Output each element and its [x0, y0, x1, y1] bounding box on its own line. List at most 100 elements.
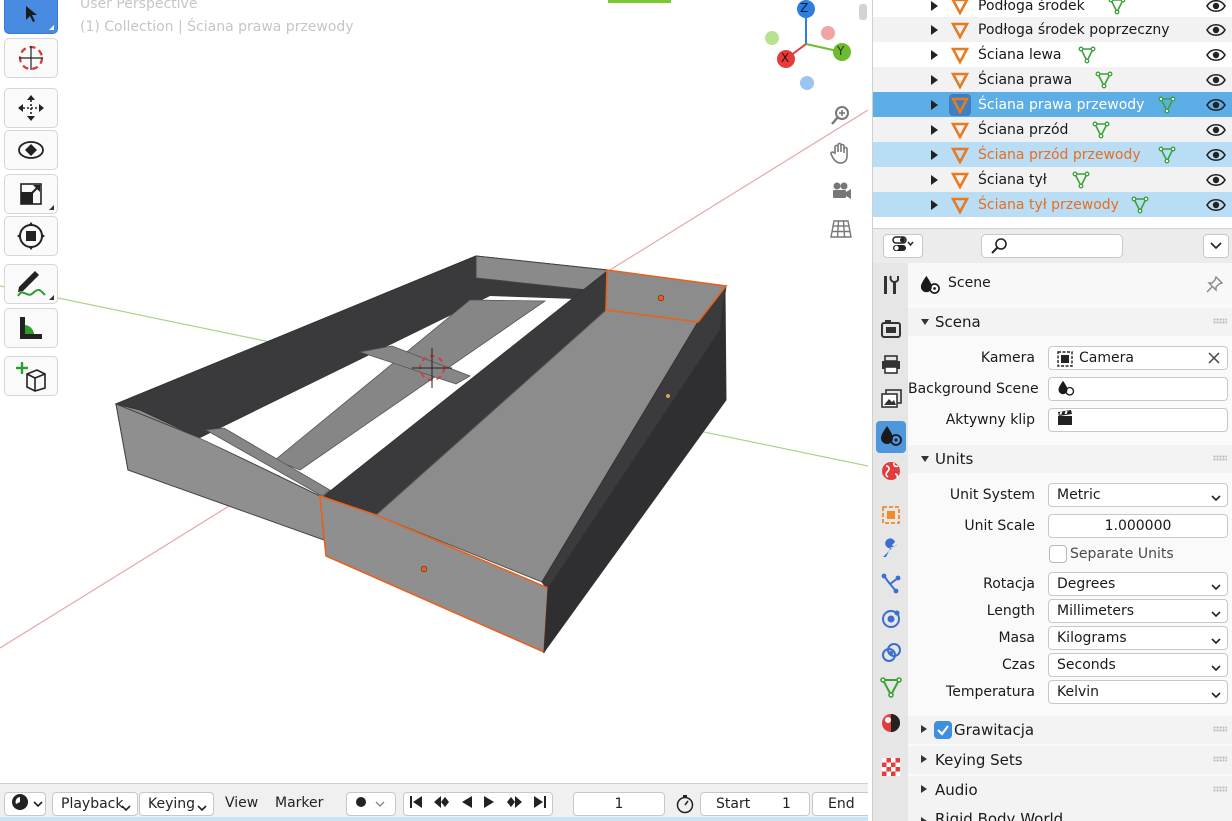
tab-output[interactable] [876, 351, 906, 383]
visibility-eye-icon[interactable] [1206, 98, 1226, 112]
expand-triangle-icon[interactable] [931, 199, 938, 210]
visibility-eye-icon[interactable] [1206, 23, 1226, 37]
unit-scale-field[interactable]: 1.000000 [1048, 514, 1228, 538]
ortho-grid-icon[interactable] [826, 214, 856, 244]
expand-triangle-icon[interactable] [931, 0, 938, 11]
outliner-row[interactable]: Podłoga środek [873, 0, 1232, 18]
marker-menu[interactable]: Marker [275, 795, 323, 811]
scene-render[interactable] [0, 0, 868, 783]
outliner-row[interactable]: Ściana tył przewody [873, 192, 1232, 217]
section-keying-sets[interactable]: Keying Sets [908, 746, 1232, 774]
time-select[interactable]: Seconds [1048, 653, 1228, 677]
tab-particles[interactable] [876, 569, 906, 601]
separate-units-checkbox[interactable] [1049, 545, 1067, 563]
mass-select[interactable]: Kilograms [1048, 626, 1228, 650]
scale-tool[interactable] [4, 174, 58, 214]
annotate-tool[interactable] [4, 264, 58, 304]
properties-search-input[interactable] [981, 234, 1123, 258]
visibility-eye-icon[interactable] [1206, 123, 1226, 137]
drag-handle-icon[interactable] [1213, 455, 1227, 461]
keying-menu[interactable]: Keying [139, 792, 214, 816]
outliner-row[interactable]: Ściana tył [873, 167, 1232, 192]
transform-tool[interactable] [4, 216, 58, 256]
mesh-data-icon[interactable] [1092, 121, 1110, 143]
tab-object[interactable] [876, 501, 906, 533]
active-clip-field[interactable] [1048, 408, 1228, 432]
visibility-eye-icon[interactable] [1206, 198, 1226, 212]
mesh-data-icon[interactable] [1158, 146, 1176, 168]
tab-tool[interactable] [876, 271, 906, 303]
view-menu[interactable]: View [225, 795, 258, 811]
rotation-select[interactable]: Degrees [1048, 572, 1228, 596]
gravity-checkbox[interactable] [934, 721, 952, 739]
section-scena[interactable]: Scena [908, 308, 1232, 336]
tab-data[interactable] [876, 673, 906, 705]
cursor-tool[interactable] [4, 38, 58, 78]
section-gravity[interactable]: Grawitacja [908, 716, 1232, 744]
visibility-eye-icon[interactable] [1206, 48, 1226, 62]
pin-icon[interactable] [1206, 275, 1224, 297]
camera-view-icon[interactable] [826, 176, 856, 206]
zoom-icon[interactable] [826, 100, 856, 130]
section-audio[interactable]: Audio [908, 776, 1232, 804]
tab-scene[interactable] [876, 421, 906, 453]
outliner-row[interactable]: Podłoga środek poprzeczny [873, 17, 1232, 42]
section-units[interactable]: Units [908, 445, 1232, 473]
drag-handle-icon[interactable] [1213, 726, 1227, 732]
current-frame-field[interactable]: 1 [573, 792, 665, 816]
close-icon[interactable] [1208, 352, 1220, 368]
tab-material[interactable] [876, 709, 906, 741]
outliner-row[interactable]: Ściana prawa przewody [873, 92, 1232, 117]
select-tool[interactable] [4, 0, 58, 34]
playback-menu[interactable]: Playback [52, 792, 138, 816]
prev-keyframe-icon[interactable] [433, 795, 451, 813]
stopwatch-icon[interactable] [675, 794, 695, 818]
editor-type-button[interactable] [883, 234, 923, 258]
mesh-data-icon[interactable] [1131, 196, 1149, 218]
mesh-data-icon[interactable] [1078, 46, 1096, 68]
jump-end-icon[interactable] [533, 795, 547, 813]
expand-triangle-icon[interactable] [931, 124, 938, 135]
outliner-row[interactable]: Ściana prawa [873, 67, 1232, 92]
add-cube-tool[interactable] [4, 356, 58, 396]
drag-handle-icon[interactable] [1213, 786, 1227, 792]
tab-texture[interactable] [876, 753, 906, 785]
outliner-row[interactable]: Ściana lewa [873, 42, 1232, 67]
visibility-eye-icon[interactable] [1206, 148, 1226, 162]
drag-handle-icon[interactable] [1213, 756, 1227, 762]
play-reverse-icon[interactable] [461, 795, 473, 813]
section-rigid-body[interactable]: Rigid Body World [908, 804, 1232, 821]
mesh-data-icon[interactable] [1158, 96, 1176, 118]
next-keyframe-icon[interactable] [505, 795, 523, 813]
visibility-eye-icon[interactable] [1206, 0, 1226, 13]
unit-system-select[interactable]: Metric [1048, 483, 1228, 507]
jump-start-icon[interactable] [409, 795, 423, 813]
mesh-data-icon[interactable] [1072, 171, 1090, 193]
pan-hand-icon[interactable] [826, 138, 856, 168]
start-frame-field[interactable]: Start 1 [700, 792, 810, 816]
background-scene-field[interactable] [1048, 377, 1228, 401]
end-frame-field[interactable]: End [812, 792, 868, 816]
tab-render[interactable] [876, 315, 906, 347]
expand-triangle-icon[interactable] [931, 149, 938, 160]
expand-triangle-icon[interactable] [931, 49, 938, 60]
outliner-row[interactable]: Ściana przód przewody [873, 142, 1232, 167]
length-select[interactable]: Millimeters [1048, 599, 1228, 623]
expand-triangle-icon[interactable] [931, 174, 938, 185]
tab-view-layer[interactable] [876, 385, 906, 417]
expand-triangle-icon[interactable] [931, 24, 938, 35]
editor-type-button[interactable] [4, 792, 46, 816]
camera-field[interactable]: Camera [1048, 346, 1228, 370]
record-button[interactable] [346, 792, 396, 816]
visibility-eye-icon[interactable] [1206, 173, 1226, 187]
rotate-tool[interactable] [4, 130, 58, 170]
viewport-scrollbar[interactable] [859, 4, 867, 20]
3d-viewport[interactable]: User Perspective (1) Collection | Ściana… [0, 0, 868, 783]
expand-triangle-icon[interactable] [931, 74, 938, 85]
tab-modifiers[interactable] [876, 535, 906, 567]
visibility-eye-icon[interactable] [1206, 73, 1226, 87]
outliner-row[interactable]: Ściana przód [873, 117, 1232, 142]
tab-physics[interactable] [876, 605, 906, 637]
timeline-strip[interactable] [0, 817, 868, 821]
expand-triangle-icon[interactable] [931, 99, 938, 110]
